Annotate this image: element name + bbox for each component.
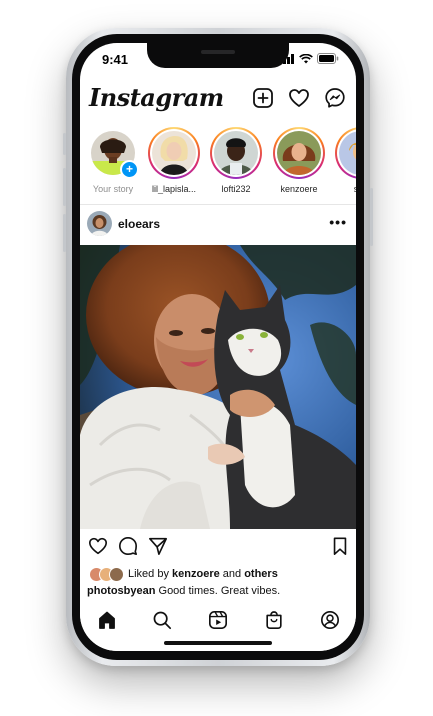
notch: [147, 43, 289, 68]
save-bookmark-icon[interactable]: [330, 536, 350, 556]
home-icon[interactable]: [97, 610, 117, 630]
post-photo[interactable]: [80, 245, 356, 529]
liked-by-mid: and: [219, 568, 245, 580]
story-ring: [273, 127, 325, 179]
more-options-icon[interactable]: •••: [329, 214, 347, 230]
add-post-icon[interactable]: [252, 87, 274, 109]
screen: 9:41 Instagram + Your story lil_lapisla.…: [80, 43, 356, 651]
reels-icon[interactable]: [208, 610, 228, 630]
phone-frame: 9:41 Instagram + Your story lil_lapisla.…: [63, 28, 373, 666]
likes-summary[interactable]: Liked by kenzoere and others: [89, 566, 278, 582]
wifi-icon: [299, 53, 313, 63]
post-username[interactable]: eloears: [118, 217, 160, 231]
speaker: [201, 50, 235, 54]
post-author-avatar[interactable]: [87, 211, 112, 236]
heart-icon[interactable]: [288, 87, 310, 109]
story-item[interactable]: kenzoere: [270, 127, 328, 194]
side-button: [370, 188, 373, 246]
avatar: [152, 131, 196, 175]
avatar: [277, 131, 321, 175]
home-indicator[interactable]: [164, 641, 272, 645]
like-heart-icon[interactable]: [88, 536, 108, 556]
post-caption: photosbyean Good times. Great vibes.: [87, 585, 280, 597]
status-time: 9:41: [102, 52, 129, 67]
header-actions: [252, 87, 346, 109]
post-actions: [80, 533, 356, 559]
add-story-plus-icon[interactable]: +: [120, 160, 139, 179]
liked-by-others[interactable]: others: [244, 568, 278, 580]
story-item[interactable]: sap: [332, 127, 356, 194]
comment-icon[interactable]: [118, 536, 138, 556]
liked-by-prefix: Liked by: [128, 568, 173, 580]
stories-tray: + Your story lil_lapisla... lofti232 ken…: [80, 127, 356, 199]
story-ring: [210, 127, 262, 179]
story-ring: [335, 127, 356, 179]
story-label: lofti232: [221, 184, 251, 194]
liker-avatar: [109, 566, 124, 582]
search-icon[interactable]: [152, 610, 172, 630]
share-icon[interactable]: [148, 536, 168, 556]
app-header: Instagram: [80, 81, 356, 121]
shop-icon[interactable]: [264, 610, 284, 630]
instagram-logo[interactable]: Instagram: [89, 83, 224, 112]
volume-down-button: [63, 214, 66, 252]
story-ring: [148, 127, 200, 179]
post-header: eloears •••: [80, 205, 356, 243]
post-image: [80, 245, 356, 529]
battery-icon: [317, 53, 339, 64]
volume-up-button: [63, 168, 66, 206]
caption-text: Good times. Great vibes.: [155, 585, 281, 597]
story-label: Your story: [92, 184, 134, 194]
story-item[interactable]: lil_lapisla...: [145, 127, 203, 194]
profile-icon[interactable]: [320, 610, 340, 630]
story-ring: +: [87, 127, 139, 179]
avatar: [214, 131, 258, 175]
liked-by-user[interactable]: kenzoere: [172, 568, 220, 580]
story-label: kenzoere: [280, 184, 318, 194]
messenger-icon[interactable]: [324, 87, 346, 109]
story-item[interactable]: lofti232: [207, 127, 265, 194]
avatar: [339, 131, 356, 175]
story-label: lil_lapisla...: [151, 184, 197, 194]
story-your-story[interactable]: + Your story: [84, 127, 142, 194]
caption-username[interactable]: photosbyean: [87, 585, 155, 597]
story-label: sap: [353, 184, 356, 194]
mute-switch: [63, 133, 66, 155]
